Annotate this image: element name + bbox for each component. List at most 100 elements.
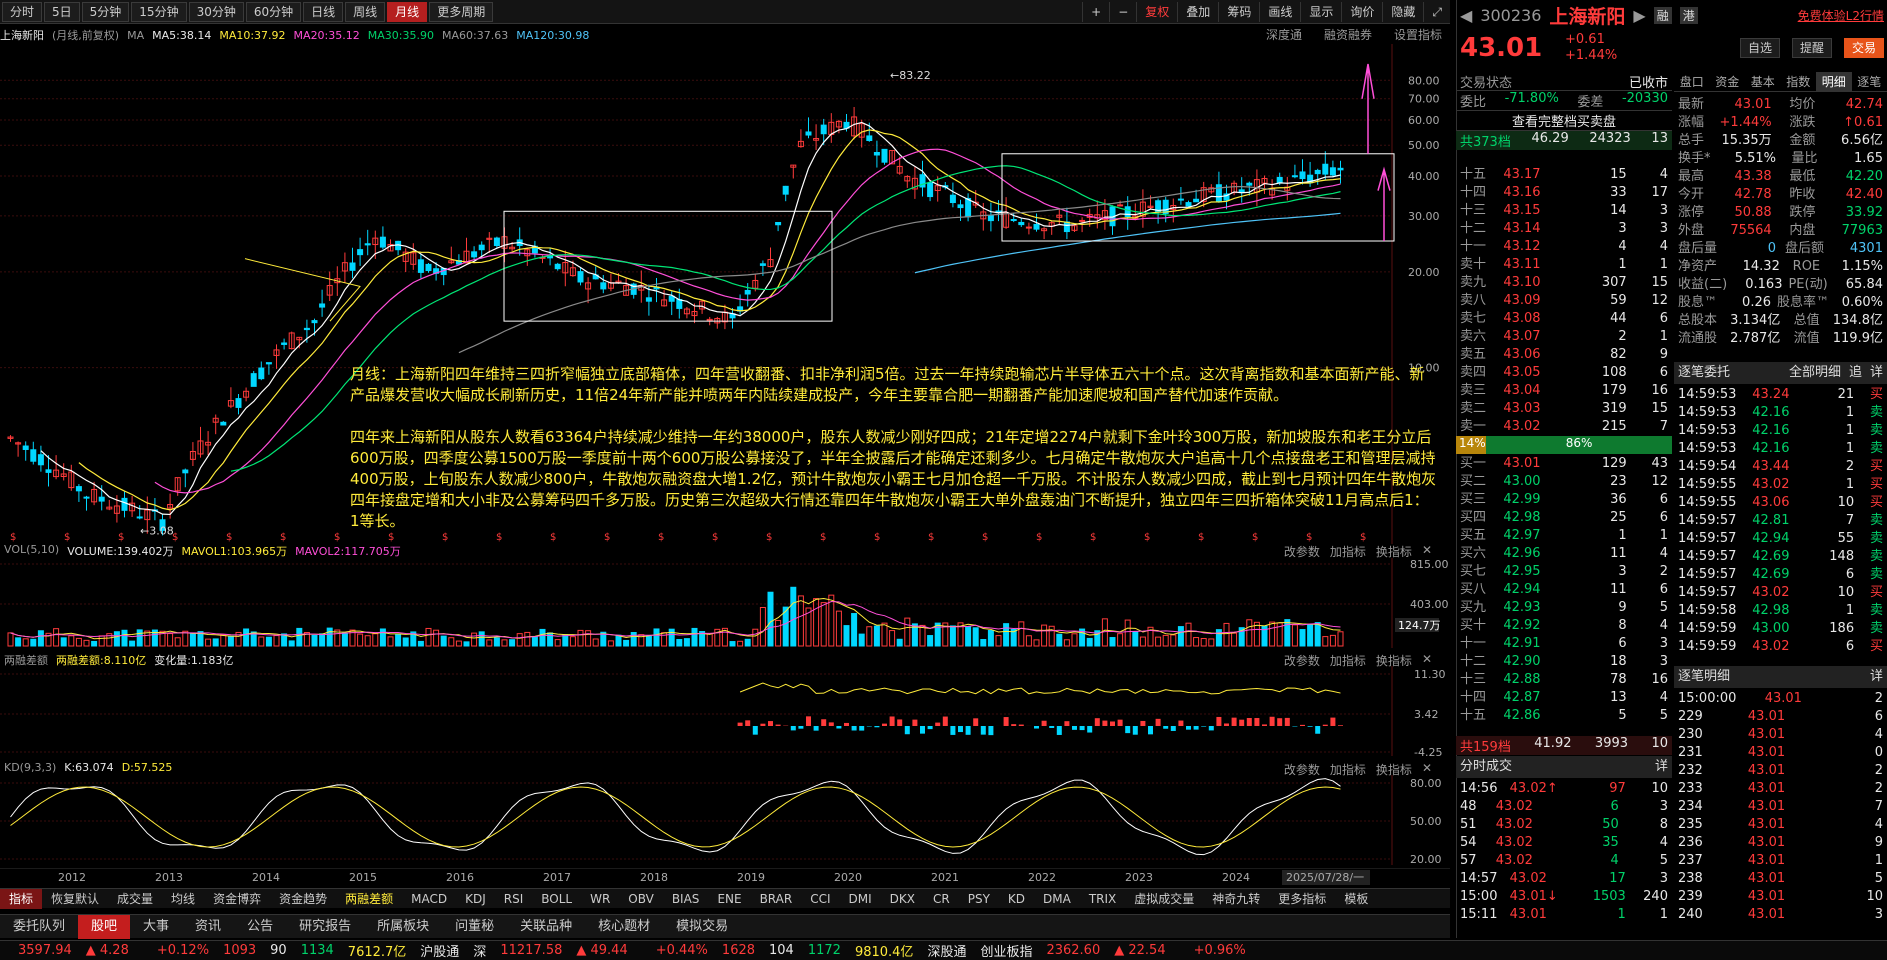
entrust-volume: 6 <box>1845 639 1855 654</box>
period-tab-15min[interactable]: 15分钟 <box>131 1 187 22</box>
chips-button[interactable]: 筹码 <box>1218 1 1259 22</box>
info-tab[interactable]: 关联品种 <box>507 915 585 939</box>
indicator-tab[interactable]: CCI <box>801 889 839 909</box>
tick-price: 43.02 <box>1495 817 1533 832</box>
info-tab[interactable]: 核心题材 <box>585 915 663 939</box>
info-tab[interactable]: 研究报告 <box>286 915 364 939</box>
entrust-side: 卖 <box>1869 549 1883 564</box>
fuquan-button[interactable]: 复权 <box>1136 1 1177 22</box>
period-tab-more[interactable]: 更多周期 <box>429 1 494 22</box>
right-tab[interactable]: 资金 <box>1710 72 1746 91</box>
info-tab[interactable]: 问董秘 <box>442 915 507 939</box>
detail-title: 逐笔明细 <box>1678 669 1731 684</box>
indicator-tab[interactable]: 神奇九转 <box>1203 889 1269 909</box>
indicator-tab[interactable]: 指标 <box>0 888 43 909</box>
hgt-link[interactable]: 沪股通 <box>420 941 459 960</box>
indicator-tab[interactable]: DMA <box>1034 889 1080 909</box>
trade-button[interactable]: 交易 <box>1843 38 1884 58</box>
indicator-tab[interactable]: ENE <box>708 889 750 909</box>
info-tab[interactable]: 股吧 <box>78 914 131 939</box>
right-tab[interactable]: 指数 <box>1781 72 1817 91</box>
period-tab-5day[interactable]: 5日 <box>44 1 80 22</box>
period-tab-week[interactable]: 周线 <box>345 1 386 22</box>
dividend-marker: $ <box>334 532 340 543</box>
indicator-tab[interactable]: DKX <box>881 889 924 909</box>
right-tab[interactable]: 明细 <box>1816 72 1852 91</box>
margin-change-bar <box>1254 718 1260 726</box>
volume-bar <box>1208 638 1215 647</box>
full-orderbook-button[interactable]: 查看完整档买卖盘 <box>1512 111 1616 130</box>
entrust-detail-button[interactable]: 详 <box>1870 362 1883 384</box>
info-tab[interactable]: 所属板块 <box>364 915 442 939</box>
margin-change-bar <box>1338 725 1343 726</box>
indicator-tab[interactable]: KDJ <box>456 889 495 909</box>
indicator-tab[interactable]: 成交量 <box>108 889 162 909</box>
indicator-tab[interactable]: 两融差额 <box>336 889 402 909</box>
detail-row: 15:00:00 43.01 2 <box>1674 690 1887 708</box>
draw-line-button[interactable]: 画线 <box>1259 1 1300 22</box>
indicator-tab[interactable]: BRAR <box>751 889 802 909</box>
watchlist-button[interactable]: 自选 <box>1739 38 1780 58</box>
inquiry-button[interactable]: 询价 <box>1341 1 1382 22</box>
indicator-tab[interactable]: PSY <box>959 889 999 909</box>
stat-label: 均价 <box>1789 97 1816 112</box>
indicator-tab[interactable]: WR <box>581 889 619 909</box>
entrust-filter-select[interactable]: 全部明细 <box>1789 362 1841 384</box>
period-tab-30min[interactable]: 30分钟 <box>188 1 244 22</box>
indicator-tab[interactable]: KD <box>999 889 1034 909</box>
entrust-follow-button[interactable]: 追 <box>1849 362 1862 384</box>
plus-icon[interactable]: + <box>1082 1 1109 22</box>
period-tab-day[interactable]: 日线 <box>303 1 344 22</box>
volume-bar <box>1003 623 1010 647</box>
indicator-tab[interactable]: BIAS <box>663 889 709 909</box>
indicator-tab[interactable]: 更多指标 <box>1269 889 1335 909</box>
indicator-tab[interactable]: 资金博弈 <box>204 889 270 909</box>
volume-bar <box>326 627 333 647</box>
margin-link[interactable]: 融资融券 <box>1324 26 1372 43</box>
indicator-tab[interactable]: 均线 <box>162 889 204 909</box>
period-tab-60min[interactable]: 60分钟 <box>245 1 302 22</box>
sgt-link[interactable]: 深股通 <box>927 941 966 960</box>
prev-stock-icon[interactable]: ◀ <box>1460 6 1472 25</box>
period-tab-fenshi[interactable]: 分时 <box>2 1 43 22</box>
info-tab[interactable]: 大事 <box>130 915 182 939</box>
year-tick-label: 2012 <box>58 871 86 884</box>
indicator-tab[interactable]: 恢复默认 <box>42 889 108 909</box>
alert-button[interactable]: 提醒 <box>1791 38 1832 58</box>
entrust-price: 42.81 <box>1752 513 1790 528</box>
info-tab[interactable]: 委托队列 <box>0 915 78 939</box>
right-tab[interactable]: 基本 <box>1745 72 1781 91</box>
indicator-tab[interactable]: CR <box>924 889 959 909</box>
overlay-button[interactable]: 叠加 <box>1177 1 1218 22</box>
indicator-tab[interactable]: 虚拟成交量 <box>1125 889 1203 909</box>
level-label: 卖五 <box>1460 347 1487 362</box>
right-tab[interactable]: 盘口 <box>1674 72 1710 91</box>
minus-icon[interactable]: − <box>1109 1 1136 22</box>
l2-trial-link[interactable]: 免费体验L2行情 <box>1798 7 1884 24</box>
indicator-tab[interactable]: OBV <box>619 889 663 909</box>
tick-count: 5 <box>1659 853 1668 868</box>
fullscreen-icon[interactable]: ⤢ <box>1423 1 1450 22</box>
indicator-tab[interactable]: BOLL <box>532 889 581 909</box>
detail-button[interactable]: 详 <box>1870 666 1883 688</box>
display-button[interactable]: 显示 <box>1300 1 1341 22</box>
info-tab[interactable]: 公告 <box>234 915 286 939</box>
set-indicator-link[interactable]: 设置指标 <box>1394 26 1442 43</box>
indicator-tab[interactable]: MACD <box>402 889 456 909</box>
period-tab-5min[interactable]: 5分钟 <box>81 1 130 22</box>
right-tab[interactable]: 逐笔 <box>1852 72 1887 91</box>
period-tab-month[interactable]: 月线 <box>387 1 428 22</box>
indicator-tab[interactable]: RSI <box>495 889 533 909</box>
level-label: 十二 <box>1460 221 1487 236</box>
indicator-tab[interactable]: 资金趋势 <box>270 889 336 909</box>
indicator-tab[interactable]: DMI <box>840 889 881 909</box>
ticks-detail-button[interactable]: 详 <box>1655 756 1668 778</box>
next-stock-icon[interactable]: ▶ <box>1633 6 1645 25</box>
info-tab[interactable]: 资讯 <box>182 915 234 939</box>
info-tab[interactable]: 模拟交易 <box>663 915 741 939</box>
shendutong-link[interactable]: 深度通 <box>1266 26 1302 43</box>
hide-button[interactable]: 隐藏 <box>1382 1 1423 22</box>
indicator-tab[interactable]: TRIX <box>1080 889 1125 909</box>
stock-name-label: 上海新阳 <box>0 29 44 42</box>
indicator-tab[interactable]: 模板 <box>1335 889 1377 909</box>
